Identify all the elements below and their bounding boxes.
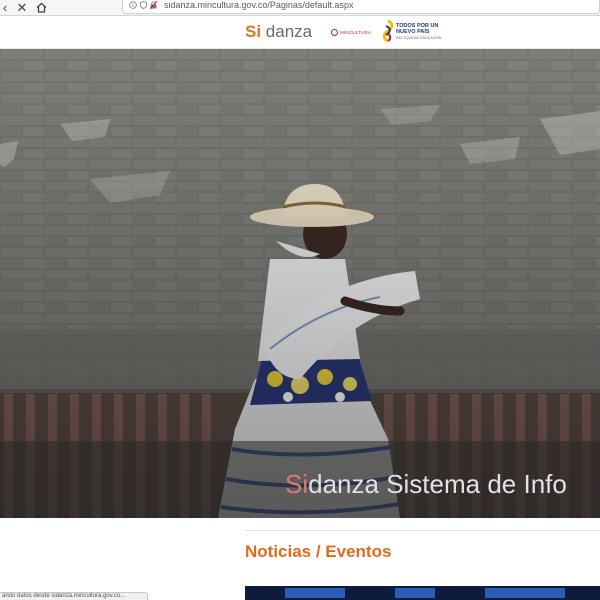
logo-danza: danza	[261, 22, 313, 41]
close-icon[interactable]: ✕	[15, 0, 29, 15]
hero-banner[interactable]: Sidanza Sistema de Info	[0, 49, 600, 518]
info-icon[interactable]	[129, 0, 137, 9]
thumbnail-streak	[285, 588, 345, 598]
logo-si: Si	[245, 22, 262, 41]
hero-title-si: Si	[285, 469, 309, 499]
mincultura-logo[interactable]: MINCULTURA	[331, 27, 371, 37]
section-divider	[245, 530, 600, 531]
shield-icon[interactable]	[140, 0, 147, 9]
sidanza-logo[interactable]: Si danza	[245, 22, 312, 42]
thumbnail-streak	[485, 588, 565, 598]
gobierno-logo[interactable]: TODOS POR UN NUEVO PAÍS PAZ EQUIDAD EDUC…	[382, 19, 442, 45]
gov-line3: PAZ EQUIDAD EDUCACIÓN	[396, 36, 442, 40]
news-section-title[interactable]: Noticias / Eventos	[245, 541, 391, 563]
browser-toolbar: ‹ ✕ sidanza.mincultura.gov.co/Paginas/de…	[0, 0, 600, 16]
home-icon[interactable]	[34, 0, 48, 15]
news-thumbnail[interactable]	[245, 586, 600, 600]
seal-icon	[331, 28, 338, 36]
browser-status-bar: ando datos desde sidanza.mincultura.gov.…	[0, 592, 148, 600]
hero-title-rest: danza Sistema de Info	[308, 469, 567, 499]
site-header: Si danza MINCULTURA TODOS POR UN NUEVO P…	[0, 16, 600, 49]
colombia-flag-icon	[382, 20, 394, 42]
mincultura-label: MINCULTURA	[340, 29, 372, 35]
url-text: sidanza.mincultura.gov.co/Paginas/defaul…	[164, 0, 354, 10]
address-bar[interactable]: sidanza.mincultura.gov.co/Paginas/defaul…	[122, 0, 600, 14]
hero-title: Sidanza Sistema de Info	[285, 469, 567, 499]
lock-icon[interactable]	[150, 0, 157, 9]
back-icon[interactable]: ‹	[0, 0, 10, 15]
thumbnail-streak	[395, 588, 435, 598]
